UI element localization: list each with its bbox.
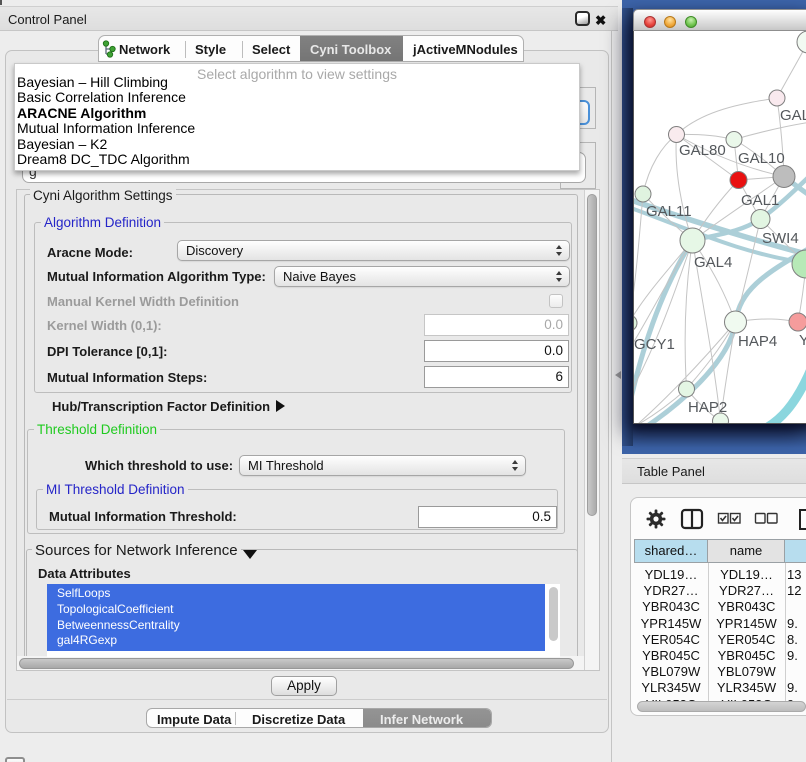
svg-text:GAL11: GAL11: [646, 203, 692, 220]
svg-text:GCY1: GCY1: [634, 336, 675, 353]
svg-text:GAL10: GAL10: [738, 150, 785, 167]
svg-text:SWI4: SWI4: [762, 230, 799, 247]
svg-text:GAL7: GAL7: [780, 107, 806, 124]
svg-text:HAP4: HAP4: [738, 333, 777, 350]
svg-text:HAP2: HAP2: [688, 399, 727, 416]
svg-text:GAL1: GAL1: [741, 192, 779, 209]
svg-text:GAL4: GAL4: [694, 254, 732, 271]
svg-text:GAL80: GAL80: [679, 142, 726, 159]
svg-text:YD: YD: [799, 332, 806, 349]
